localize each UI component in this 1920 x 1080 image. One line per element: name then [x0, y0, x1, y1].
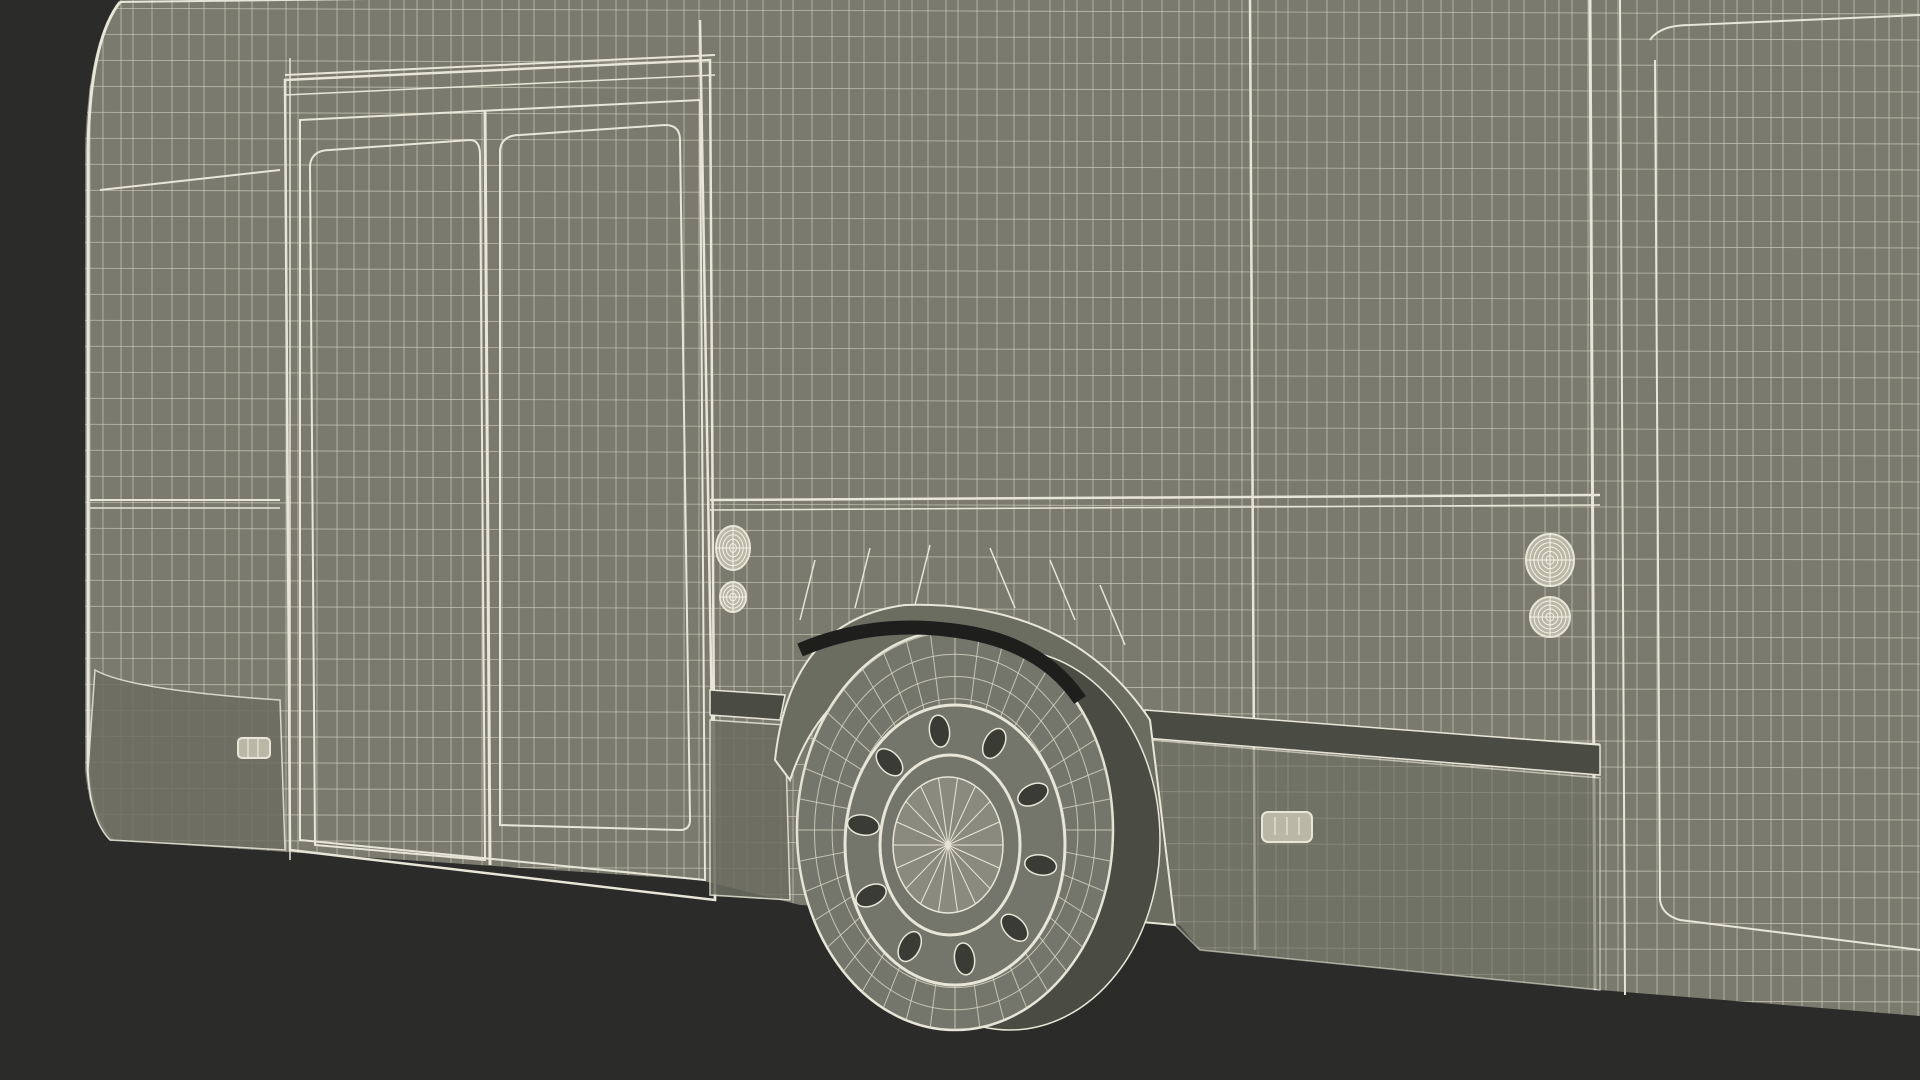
- rear-skirt: [1149, 739, 1601, 991]
- skirt-band: [709, 689, 786, 721]
- wireframe-scene: [0, 0, 1920, 1080]
- side-repeater: [237, 737, 271, 759]
- render-viewport: [0, 0, 1920, 1080]
